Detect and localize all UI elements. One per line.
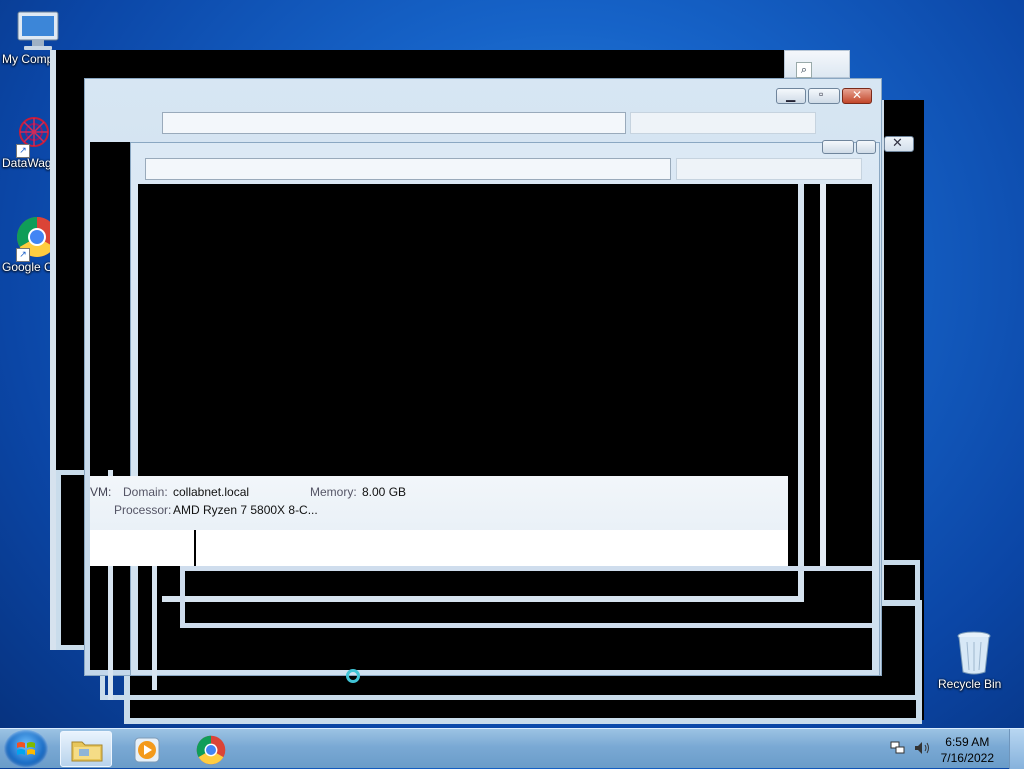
media-player-icon: [134, 737, 160, 763]
text-caret: [194, 530, 196, 566]
ghost-frame-inner-c: [820, 184, 826, 566]
desktop-icon-label: Google C: [2, 260, 53, 274]
computer-icon: [17, 11, 59, 50]
search-box[interactable]: [630, 112, 816, 134]
chrome-icon: [196, 735, 226, 765]
start-button[interactable]: [4, 730, 48, 768]
ghost-frame-left-bars-2: [152, 560, 157, 690]
vm-label-fragment: VM:: [90, 485, 112, 499]
desktop-icon-label: Recycle Bin: [938, 677, 1002, 691]
minimize-button-second[interactable]: [822, 140, 854, 154]
clock-time: 6:59 AM: [945, 735, 990, 749]
processor-value: AMD Ryzen 7 5800X 8-C...: [173, 503, 318, 517]
memory-label: Memory:: [310, 485, 357, 499]
address-bar[interactable]: [162, 112, 626, 134]
search-icon: ⌕: [796, 62, 812, 78]
ghost-frame-inner-b: [180, 566, 872, 628]
close-icon: ✕: [852, 88, 863, 102]
show-desktop-button[interactable]: [1009, 729, 1024, 769]
processor-label: Processor:: [114, 503, 172, 517]
taskbar-clock[interactable]: 6:59 AM 7/16/2022: [941, 734, 994, 766]
maximize-button[interactable]: [808, 88, 840, 104]
maximize-icon: ▫: [819, 87, 824, 101]
close-icon: ✕: [892, 135, 903, 150]
search-box-second[interactable]: [676, 158, 862, 180]
address-bar-second[interactable]: [145, 158, 671, 180]
domain-label: Domain:: [123, 485, 168, 499]
minimize-icon: ▁: [786, 88, 796, 102]
taskbar-item-chrome[interactable]: [186, 731, 238, 767]
taskbar-item-windows-explorer[interactable]: [60, 731, 112, 767]
ghost-window-header-strip: [784, 50, 850, 78]
domain-value: collabnet.local: [173, 485, 250, 499]
taskbar-item-media-player[interactable]: [122, 731, 174, 767]
recycle-bin-icon: [957, 631, 991, 675]
clock-date: 7/16/2022: [940, 751, 994, 765]
windows-logo-icon: [17, 742, 35, 755]
desktop-icon-label: DataWag: [2, 156, 52, 170]
volume-icon[interactable]: [914, 741, 932, 755]
desktop-icon-label: My Comp: [2, 52, 54, 66]
memory-value: 8.00 GB: [362, 485, 407, 499]
desktop-icon-recycle-bin[interactable]: Recycle Bin: [934, 630, 1018, 694]
taskbar: 6:59 AM 7/16/2022: [0, 728, 1024, 769]
folder-icon: [71, 741, 103, 762]
maximize-button-second[interactable]: [856, 140, 876, 154]
network-icon[interactable]: [890, 741, 906, 755]
busy-cursor-icon: [346, 669, 360, 683]
